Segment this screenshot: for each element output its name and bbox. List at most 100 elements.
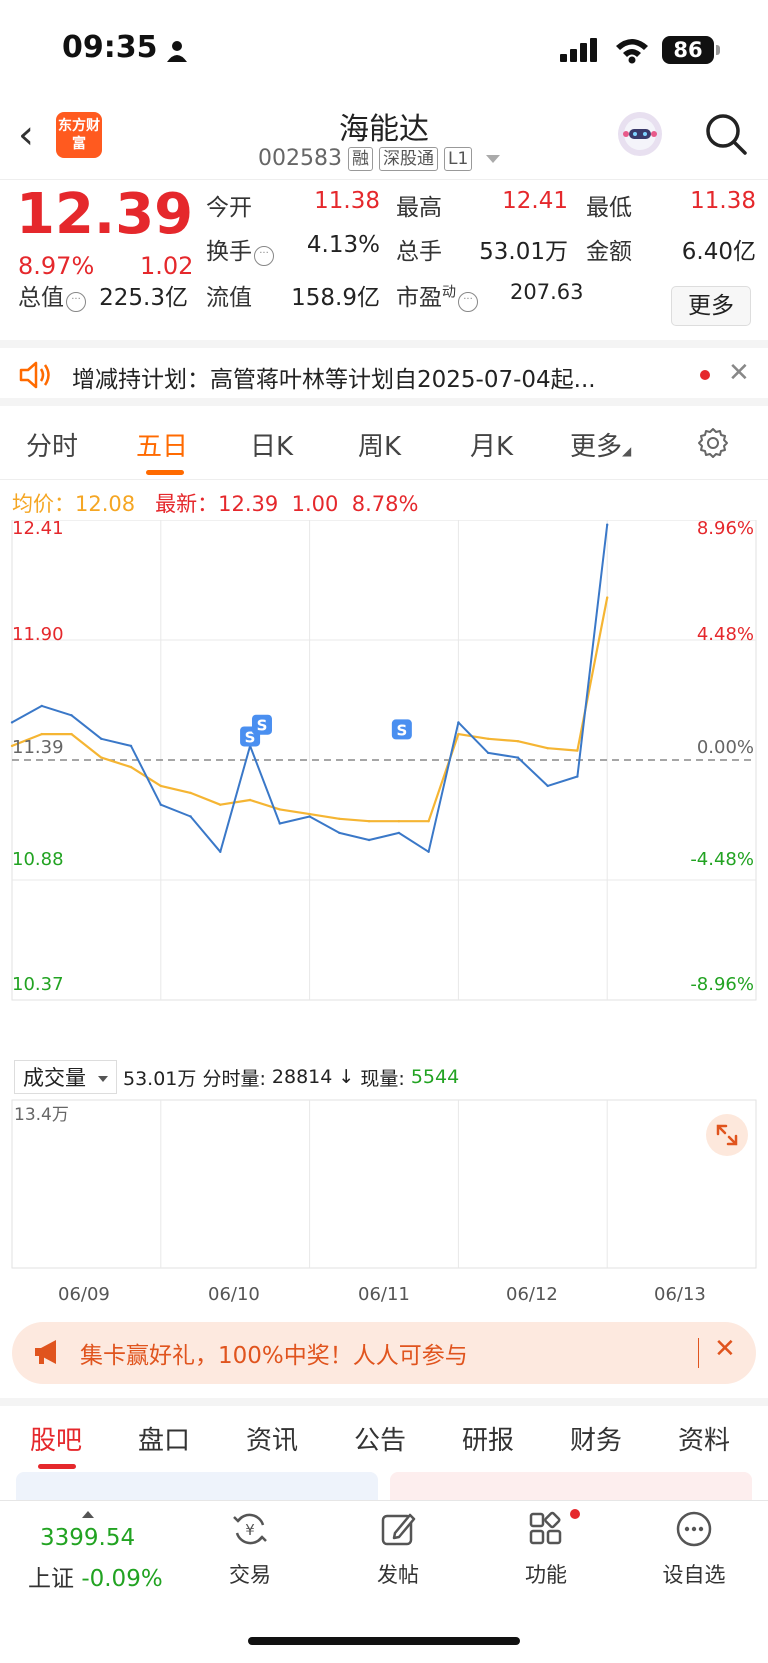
content-tabs: 股吧 盘口 资讯 公告 研报 财务 资料 xyxy=(0,1398,768,1469)
functions-button[interactable]: 功能 xyxy=(506,1509,586,1589)
add-watchlist-label: 设自选 xyxy=(662,1563,726,1587)
post-button[interactable]: 发帖 xyxy=(358,1509,438,1589)
active-tab-indicator xyxy=(38,1464,76,1469)
tab-orderbook[interactable]: 盘口 xyxy=(138,1420,190,1457)
tab-monthly-k[interactable]: 月K xyxy=(470,426,513,463)
avg-price-line-point xyxy=(606,596,609,599)
banner-text: 集卡赢好礼，100%中奖！人人可参与 xyxy=(80,1343,468,1369)
tab-profile[interactable]: 资料 xyxy=(678,1420,730,1457)
y-right-tick-label: -4.48% xyxy=(690,849,754,870)
tab-financials[interactable]: 财务 xyxy=(570,1420,622,1457)
mcap-label[interactable]: 总值 ··· xyxy=(18,278,86,312)
index-name[interactable]: 上证 -0.09% xyxy=(28,1559,163,1593)
speaker-icon xyxy=(19,361,50,389)
last-price: 12.39 xyxy=(16,182,194,247)
price-line-point xyxy=(576,775,579,778)
avg-price-line-point xyxy=(189,791,192,795)
tab-intraday[interactable]: 分时 xyxy=(26,426,78,463)
y-right-tick-label: 8.96% xyxy=(696,518,754,539)
search-icon[interactable] xyxy=(704,112,748,156)
tab-news[interactable]: 资讯 xyxy=(246,1420,298,1457)
trade-button[interactable]: ¥ 交易 xyxy=(210,1509,290,1589)
chart-legend: 均价：12.08 最新：12.39 1.00 8.78% xyxy=(12,488,418,518)
more-button[interactable]: 更多 xyxy=(671,286,751,326)
avg-price-line-point xyxy=(308,812,311,816)
turnover-value: 4.13% xyxy=(306,232,380,258)
low-value: 11.38 xyxy=(690,188,756,214)
promo-banner[interactable]: 集卡赢好礼，100%中奖！人人可参与 ✕ xyxy=(12,1322,756,1384)
price-line-point xyxy=(189,815,192,818)
chart-tabs: 分时 五日 日K 周K 月K 更多◢ xyxy=(0,414,768,480)
turnover-label-text: 换手 xyxy=(206,239,252,265)
volume-chart[interactable] xyxy=(0,1098,768,1278)
tab-five-day[interactable]: 五日 xyxy=(136,426,188,463)
tab-more-label: 更多 xyxy=(570,432,623,462)
close-icon[interactable]: ✕ xyxy=(714,1334,736,1364)
notice-bar[interactable]: 增减持计划：高管蒋叶林等计划自2025-07-04起... ✕ xyxy=(0,340,768,406)
avg-price-line-point xyxy=(219,803,222,806)
person-icon xyxy=(167,41,187,62)
chevron-down-icon xyxy=(486,154,501,163)
y-tick-label: 10.88 xyxy=(12,849,64,870)
price-line-point xyxy=(308,815,311,818)
caret-up-icon xyxy=(82,1511,94,1518)
tab-forum[interactable]: 股吧 xyxy=(30,1420,82,1457)
close-icon[interactable]: ✕ xyxy=(728,358,750,388)
price-line-point xyxy=(129,744,133,748)
event-marker-label: S xyxy=(257,717,268,735)
card-peek-right xyxy=(390,1472,752,1502)
notice-text: 增减持计划：高管蒋叶林等计划自2025-07-04起... xyxy=(72,367,596,393)
expand-chart-button[interactable] xyxy=(706,1114,748,1156)
expand-icon xyxy=(716,1124,738,1146)
chart-area[interactable]: SSS 12.41 11.90 11.39 10.88 10.37 8.96% … xyxy=(0,518,768,1270)
five-day-price-chart[interactable]: SS S xyxy=(0,520,768,1060)
avg-price-line-point xyxy=(576,749,579,752)
nav-header: ‹ 东方财富 海能达 002583 融 深股通 L1 xyxy=(0,100,768,180)
tab-weekly-k[interactable]: 周K xyxy=(358,426,401,463)
tab-announcements[interactable]: 公告 xyxy=(354,1420,406,1457)
price-line-point xyxy=(427,850,430,853)
add-watchlist-button[interactable]: 设自选 xyxy=(654,1509,734,1589)
avg-price-value: 12.08 xyxy=(75,492,136,516)
event-marker-label: S xyxy=(396,721,407,739)
latest-label: 最新： xyxy=(155,492,219,516)
stock-subtitle[interactable]: 002583 融 深股通 L1 xyxy=(258,146,501,171)
latest-price: 12.39 xyxy=(218,492,279,516)
x-tick-label: 06/10 xyxy=(208,1284,260,1305)
indicator-selector[interactable]: 成交量 xyxy=(14,1060,117,1094)
avg-price-line-point xyxy=(516,740,520,743)
pe-label[interactable]: 市盈动 ··· xyxy=(396,278,478,312)
avg-price-line-point xyxy=(546,747,549,750)
mcap-value: 225.3亿 xyxy=(99,285,188,311)
y-tick-label: 11.90 xyxy=(12,624,64,645)
open-label: 今开 xyxy=(206,195,252,221)
price-line-point xyxy=(606,523,609,526)
info-icon: ··· xyxy=(458,292,478,312)
avg-price-line-point xyxy=(367,820,371,823)
robot-avatar[interactable] xyxy=(618,112,662,156)
avg-price-line-point xyxy=(487,737,490,740)
price-line-point xyxy=(367,838,371,842)
tab-daily-k[interactable]: 日K xyxy=(250,426,293,463)
amount-label: 金额 xyxy=(586,239,632,265)
apps-icon xyxy=(529,1511,562,1545)
price-line-point xyxy=(278,822,281,825)
index-value[interactable]: 3399.54 xyxy=(40,1525,135,1551)
trade-label: 交易 xyxy=(229,1563,271,1587)
turnover-label[interactable]: 换手 ··· xyxy=(206,232,274,266)
tab-more[interactable]: 更多◢ xyxy=(570,426,631,463)
tick-volume-value: 28814 xyxy=(271,1066,333,1088)
tab-research[interactable]: 研报 xyxy=(462,1420,514,1457)
volume-value: 53.01万 xyxy=(479,239,568,265)
post-label: 发帖 xyxy=(377,1563,419,1587)
y-right-tick-label: 0.00% xyxy=(696,737,754,758)
info-icon: ··· xyxy=(254,246,274,266)
event-marker: S xyxy=(391,719,412,740)
gear-icon[interactable] xyxy=(696,426,730,460)
volume-info-bar: 成交量 53.01万 分时量: 28814 ↓ 现量: 5544 xyxy=(14,1060,459,1094)
wifi-icon xyxy=(616,39,648,64)
bottom-toolbar: 3399.54 上证 -0.09% ¥ 交易 发帖 功能 设自选 xyxy=(0,1500,768,1663)
high-label: 最高 xyxy=(396,195,442,221)
float-value: 158.9亿 xyxy=(291,285,380,311)
y-tick-label: 10.37 xyxy=(12,974,64,995)
